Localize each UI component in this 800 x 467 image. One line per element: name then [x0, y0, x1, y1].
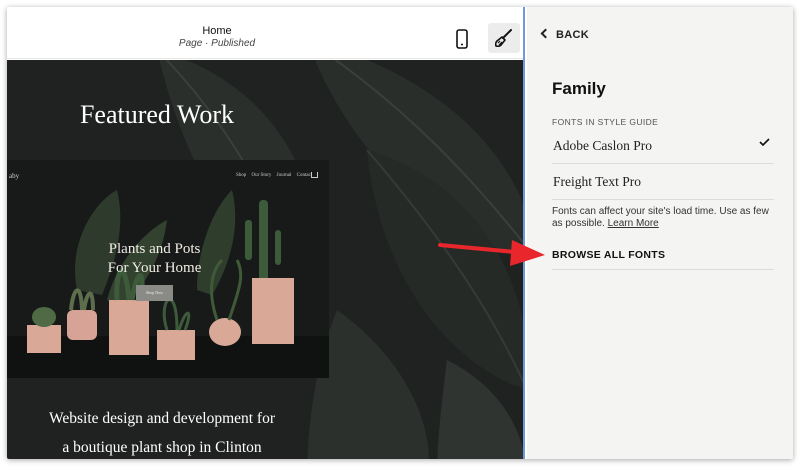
font-option-freight-text-pro[interactable]: Freight Text Pro	[552, 164, 774, 200]
mockup-shop-button: Shop Now	[136, 285, 173, 301]
font-option-adobe-caslon-pro[interactable]: Adobe Caslon Pro	[552, 128, 774, 164]
load-time-note: Fonts can affect your site's load time. …	[552, 206, 777, 230]
page-title[interactable]: Home	[117, 25, 317, 37]
panel-title: Family	[552, 79, 606, 98]
mockup-headline-line: For Your Home	[107, 260, 202, 276]
back-label: BACK	[556, 29, 589, 41]
back-button[interactable]: BACK	[540, 28, 589, 41]
app-window: Home Page · Published Featured Work aby …	[7, 7, 793, 459]
page-editor: Home Page · Published Featured Work aby …	[7, 7, 525, 459]
checkmark-icon	[759, 138, 770, 146]
chevron-left-icon	[540, 28, 551, 39]
learn-more-link[interactable]: Learn More	[608, 218, 659, 229]
note-text: Fonts can affect your site's load time. …	[552, 206, 769, 229]
caption-line: Website design and development for	[48, 410, 276, 427]
font-option-label: Freight Text Pro	[553, 174, 642, 189]
site-mockup-image: aby Shop Our Story Journal Contact Plant…	[7, 160, 329, 378]
editor-toolbar: Home Page · Published	[7, 7, 523, 59]
paintbrush-icon	[494, 29, 512, 48]
caption-line: a boutique plant shop in Clinton	[62, 439, 262, 456]
font-family-panel: BACK Family FONTS IN STYLE GUIDE Adobe C…	[527, 7, 793, 459]
browse-all-fonts-button[interactable]: BROWSE ALL FONTS	[552, 243, 774, 270]
featured-heading[interactable]: Featured Work	[7, 100, 307, 130]
font-option-label: Adobe Caslon Pro	[553, 138, 652, 153]
phone-icon[interactable]	[454, 29, 470, 49]
mockup-headline: Plants and Pots For Your Home	[67, 240, 242, 278]
section-label: FONTS IN STYLE GUIDE	[552, 117, 659, 127]
site-styles-button[interactable]	[488, 23, 520, 53]
featured-caption[interactable]: Website design and development for a bou…	[7, 404, 317, 459]
page-canvas[interactable]: Featured Work aby Shop Our Story Journal…	[7, 60, 523, 459]
page-status: Page · Published	[178, 38, 256, 49]
mockup-headline-line: Plants and Pots	[108, 241, 201, 257]
